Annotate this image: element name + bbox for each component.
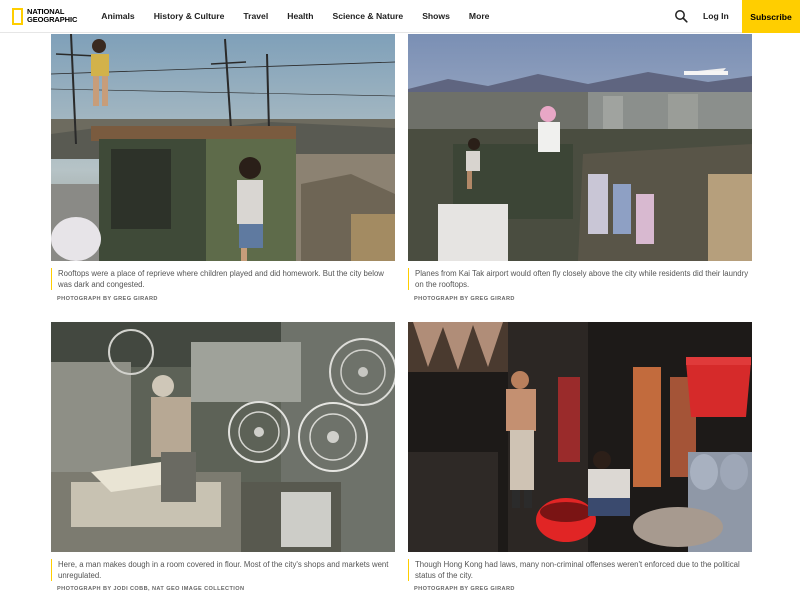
main-nav: Animals History & Culture Travel Health …	[101, 11, 508, 21]
photo-credit-4: PHOTOGRAPH BY GREG GIRARD	[414, 586, 515, 592]
nav-item-health[interactable]: Health	[287, 11, 313, 21]
logo-line-2: GEOGRAPHIC	[27, 15, 78, 24]
photo-credit-3: PHOTOGRAPH BY JODI COBB, NAT GEO IMAGE C…	[57, 586, 245, 592]
nav-item-history-culture[interactable]: History & Culture	[154, 11, 225, 21]
caption-1: Rooftops were a place of reprieve where …	[51, 268, 396, 290]
caption-4: Though Hong Kong had laws, many non-crim…	[408, 559, 753, 581]
photo-airplane-rooftops[interactable]	[408, 34, 752, 261]
nav-item-science-nature[interactable]: Science & Nature	[333, 11, 404, 21]
photo-butcher[interactable]	[408, 322, 752, 552]
caption-text-3: Here, a man makes dough in a room covere…	[58, 560, 389, 580]
photo-flour-room[interactable]	[51, 322, 395, 552]
logo-wordmark: NATIONAL GEOGRAPHIC	[27, 8, 77, 24]
search-icon[interactable]	[674, 9, 688, 23]
nav-item-more[interactable]: More	[469, 11, 490, 21]
flour-room-image	[51, 322, 395, 552]
butcher-image	[408, 322, 752, 552]
login-link[interactable]: Log In	[703, 11, 729, 21]
airplane-rooftops-image	[408, 34, 752, 261]
caption-3: Here, a man makes dough in a room covere…	[51, 559, 396, 581]
subscribe-label: Subscribe	[750, 11, 792, 22]
top-navigation-bar: NATIONAL GEOGRAPHIC Animals History & Cu…	[0, 0, 800, 33]
caption-2: Planes from Kai Tak airport would often …	[408, 268, 753, 290]
nav-item-animals[interactable]: Animals	[101, 11, 134, 21]
nav-item-travel[interactable]: Travel	[243, 11, 268, 21]
subscribe-button[interactable]: Subscribe	[742, 0, 800, 33]
photo-credit-1: PHOTOGRAPH BY GREG GIRARD	[57, 296, 158, 302]
nav-item-shows[interactable]: Shows	[422, 11, 450, 21]
caption-text-2: Planes from Kai Tak airport would often …	[415, 269, 749, 289]
nat-geo-logo[interactable]: NATIONAL GEOGRAPHIC	[12, 0, 77, 33]
caption-text-1: Rooftops were a place of reprieve where …	[58, 269, 384, 289]
yellow-border-icon	[12, 7, 23, 25]
caption-text-4: Though Hong Kong had laws, many non-crim…	[415, 560, 740, 580]
photo-credit-2: PHOTOGRAPH BY GREG GIRARD	[414, 296, 515, 302]
rooftop-children-image	[51, 34, 395, 261]
photo-rooftop-children[interactable]	[51, 34, 395, 261]
